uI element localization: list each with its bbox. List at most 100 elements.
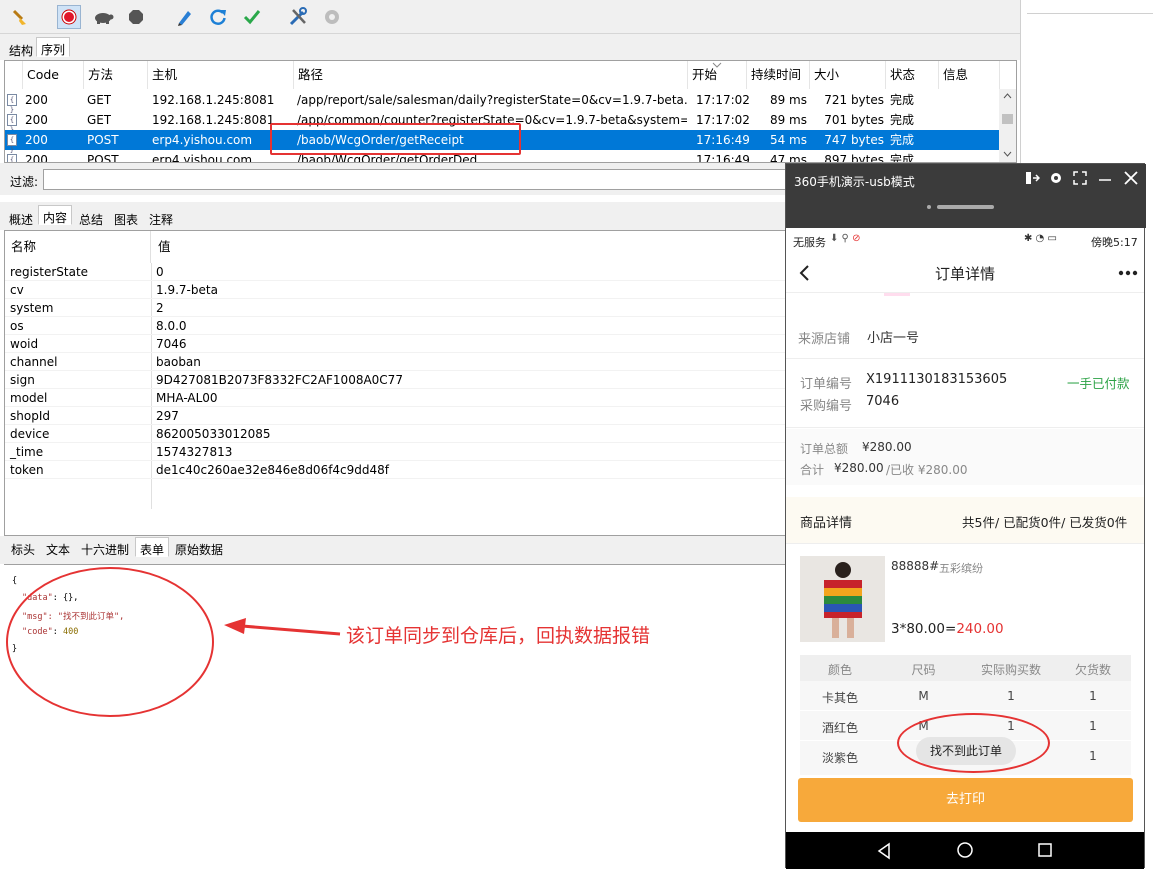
gear-icon[interactable]: [320, 5, 344, 29]
goods-summary: 共5件/ 已配货0件/ 已发货0件: [962, 515, 1128, 530]
cell-size: 701 bytes: [824, 113, 884, 127]
param-row[interactable]: registerState 0: [5, 263, 785, 281]
goods-detail-label: 商品详情: [800, 516, 853, 531]
size-cell: 1: [1007, 689, 1015, 703]
status-no-service: 无服务: [793, 236, 826, 249]
param-row[interactable]: system 2: [5, 299, 785, 317]
cell-status: 完成: [890, 113, 915, 127]
detail-tabstrip: 概述 内容 总结 图表 注释: [0, 202, 787, 230]
phone-status-bar: 无服务 ⬇ ⚲ ⊘ ✱ ◔ ▭ 傍晚5:17: [786, 228, 1144, 253]
close-icon[interactable]: [1123, 170, 1139, 186]
android-recents-icon[interactable]: [1037, 842, 1053, 858]
size-cell: 淡紫色: [821, 751, 858, 765]
header-host[interactable]: 主机: [148, 61, 294, 89]
turtle-icon[interactable]: [91, 5, 115, 29]
tab-overview[interactable]: 概述: [4, 207, 38, 227]
pager-dot: [927, 205, 931, 209]
tab-headers[interactable]: 标头: [6, 537, 40, 557]
filter-label: 过滤:: [10, 175, 39, 189]
header-method[interactable]: 方法: [84, 61, 148, 89]
status-icons: ⬇ ⚲ ⊘: [830, 233, 861, 244]
annotation-arrow: [224, 618, 341, 636]
param-row[interactable]: sign 9D427081B2073F8332FC2AF1008A0C77: [5, 371, 785, 389]
sessions-scrollbar[interactable]: [999, 89, 1016, 162]
purchase-no-label: 采购编号: [800, 399, 853, 414]
tab-text[interactable]: 文本: [41, 537, 75, 557]
session-row[interactable]: { } 200 GET 192.168.1.245:8081 /app/repo…: [5, 90, 1000, 114]
params-header-value[interactable]: 值: [152, 231, 171, 263]
document-icon: { }: [7, 114, 17, 134]
cell-code: 200: [25, 93, 48, 107]
scroll-down-icon[interactable]: [1003, 151, 1012, 157]
order-status: 一手已付款: [1067, 376, 1130, 391]
param-row[interactable]: channel baoban: [5, 353, 785, 371]
size-header-qty: 实际购买数: [980, 663, 1041, 677]
param-row[interactable]: shopId 297: [5, 407, 785, 425]
highlight-ellipse-toast: [897, 713, 1050, 773]
view-tabstrip: 结构 序列: [0, 34, 1020, 60]
cell-host: 192.168.1.245:8081: [152, 93, 275, 107]
sort-arrow-icon: [712, 62, 722, 68]
params-body: registerState 0 cv 1.9.7-beta system 2 os 8.…: [5, 263, 786, 509]
cell-start: 17:17:02: [696, 113, 750, 127]
header-duration[interactable]: 持续时间: [747, 61, 810, 89]
tools-icon[interactable]: [286, 5, 310, 29]
tab-form[interactable]: 表单: [135, 537, 170, 557]
scroll-thumb[interactable]: [1002, 114, 1013, 124]
param-row[interactable]: woid 7046: [5, 335, 785, 353]
header-path[interactable]: 路径: [294, 61, 688, 89]
tab-contents[interactable]: 内容: [38, 205, 73, 225]
tab-structure[interactable]: 结构: [4, 38, 38, 58]
param-row[interactable]: _time 1574327813: [5, 443, 785, 461]
tab-chart[interactable]: 图表: [109, 207, 143, 227]
param-row[interactable]: cv 1.9.7-beta: [5, 281, 785, 299]
check-icon[interactable]: [240, 5, 264, 29]
product-card[interactable]: 88888# 五彩缤纷 3*80.00=240.00: [786, 545, 1144, 647]
tab-hex[interactable]: 十六进制: [76, 537, 134, 557]
purchase-no-value: 7046: [866, 394, 900, 409]
fullscreen-icon[interactable]: [1072, 170, 1088, 186]
cut-strip: [786, 293, 1144, 298]
refresh-icon[interactable]: [206, 5, 230, 29]
param-row[interactable]: os 8.0.0: [5, 317, 785, 335]
android-back-icon[interactable]: [876, 842, 892, 860]
param-row[interactable]: device 862005033012085: [5, 425, 785, 443]
tab-summary[interactable]: 总结: [74, 207, 108, 227]
order-number-section: 订单编号 X1911130183153605 一手已付款 采购编号 7046: [786, 360, 1144, 428]
pin-icon[interactable]: [1024, 170, 1040, 186]
header-info[interactable]: 信息: [939, 61, 1000, 89]
settings-icon[interactable]: [1048, 170, 1064, 186]
filter-input[interactable]: [43, 169, 788, 190]
tab-notes[interactable]: 注释: [144, 207, 178, 227]
size-cell: 1: [1089, 719, 1097, 733]
cell-start: 17:17:02: [696, 93, 750, 107]
product-price: 3*80.00=240.00: [891, 621, 1004, 637]
tab-raw[interactable]: 原始数据: [170, 537, 228, 557]
params-header-name[interactable]: 名称: [5, 231, 151, 263]
record-icon[interactable]: [57, 5, 81, 29]
header-code[interactable]: Code: [23, 61, 84, 89]
pen-icon[interactable]: [172, 5, 196, 29]
status-time: 傍晚5:17: [1091, 236, 1138, 249]
order-no-value: X1911130183153605: [866, 372, 1008, 387]
cell-status: 完成: [890, 153, 915, 163]
more-icon[interactable]: [1118, 270, 1138, 276]
print-button[interactable]: 去打印: [798, 778, 1133, 822]
cell-duration: 54 ms: [769, 133, 807, 147]
cell-start: 17:16:49: [696, 153, 750, 163]
header-size[interactable]: 大小: [810, 61, 886, 89]
tab-sequence[interactable]: 序列: [36, 37, 71, 57]
cell-status: 完成: [890, 133, 915, 147]
header-status[interactable]: 状态: [886, 61, 939, 89]
size-header-owe: 欠货数: [1074, 663, 1111, 677]
source-shop-value: 小店一号: [867, 331, 920, 346]
minimize-icon[interactable]: [1097, 170, 1113, 186]
param-row[interactable]: token de1c40c260ae32e846e8d06f4c9dd48f: [5, 461, 785, 479]
highlight-ellipse-json: [6, 567, 214, 717]
android-nav-bar: [786, 832, 1144, 869]
stop-icon[interactable]: [124, 5, 148, 29]
scroll-up-icon[interactable]: [1003, 93, 1012, 99]
broom-icon[interactable]: [8, 5, 32, 29]
param-row[interactable]: model MHA-AL00: [5, 389, 785, 407]
android-home-icon[interactable]: [956, 841, 974, 859]
